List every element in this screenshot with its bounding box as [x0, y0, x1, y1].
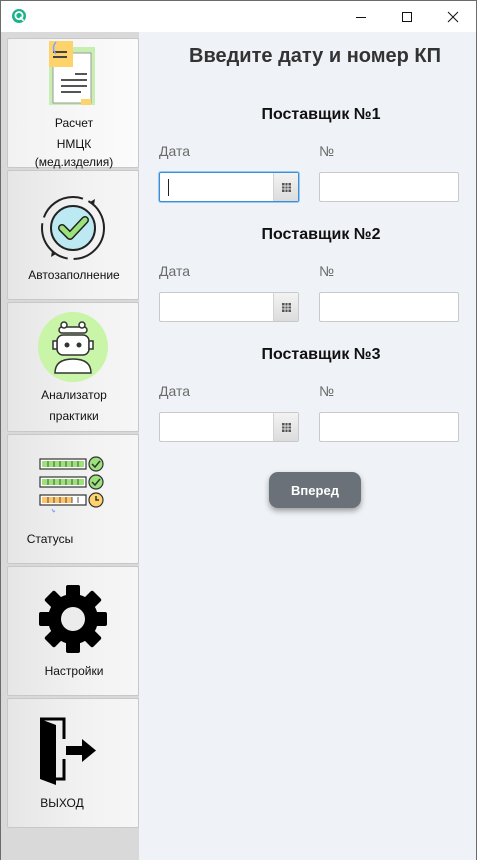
sidebar-item-settings[interactable]: Настройки — [7, 566, 139, 696]
sidebar-item-label: Расчет — [54, 116, 94, 130]
supplier-2-date-picker[interactable] — [159, 292, 299, 322]
sidebar-item-nmck[interactable]: Расчет НМЦК (мед.изделия) — [7, 38, 139, 169]
sidebar-item-label: практики — [49, 409, 99, 423]
close-button[interactable] — [430, 1, 476, 32]
supplier-3-number-label: № — [319, 383, 335, 399]
sidebar-item-label: Автозаполнение — [28, 268, 120, 282]
maximize-icon — [402, 11, 412, 22]
supplier-1-date-label: Дата — [159, 143, 191, 159]
supplier-3-date-label: Дата — [159, 383, 191, 399]
maximize-button[interactable] — [384, 1, 430, 32]
supplier-1-title: Поставщик №1 — [261, 106, 381, 123]
next-button[interactable]: Вперед — [269, 472, 361, 508]
exit-door-icon — [40, 717, 96, 785]
supplier-3-date-picker[interactable] — [159, 412, 299, 442]
supplier-2-number-input[interactable] — [319, 292, 459, 322]
minimize-button[interactable] — [338, 1, 384, 32]
status-bars-icon — [39, 456, 104, 513]
sidebar-item-autofill[interactable]: Автозаполнение — [7, 170, 139, 300]
sidebar-item-label: НМЦК — [56, 137, 92, 151]
title-bar — [1, 1, 476, 32]
supplier-1-number-input[interactable] — [319, 172, 459, 202]
supplier-3-date-input[interactable] — [160, 413, 274, 441]
sidebar-item-label: ВЫХОД — [40, 796, 84, 810]
supplier-3-calendar-button[interactable] — [273, 413, 298, 441]
sidebar-item-label: (мед.изделия) — [34, 155, 114, 169]
sidebar-item-label: Настройки — [44, 664, 104, 678]
supplier-2-number-label: № — [319, 263, 335, 279]
document-calculator-icon — [49, 41, 95, 105]
supplier-2-title: Поставщик №2 — [261, 226, 381, 243]
supplier-3-number-input[interactable] — [319, 412, 459, 442]
sidebar-item-statuses[interactable]: Статусы — [7, 434, 139, 564]
calendar-icon — [281, 182, 291, 192]
text-caret — [168, 179, 169, 196]
supplier-3-title: Поставщик №3 — [261, 346, 381, 363]
calendar-icon — [281, 422, 291, 432]
supplier-2-calendar-button[interactable] — [273, 293, 298, 321]
calendar-icon — [281, 302, 291, 312]
robot-icon — [38, 312, 108, 382]
close-icon — [447, 11, 459, 22]
supplier-2-date-input[interactable] — [160, 293, 274, 321]
sidebar-item-label: Статусы — [26, 532, 74, 546]
gear-icon — [39, 585, 107, 653]
page-title: Введите дату и номер КП — [189, 45, 442, 67]
app-window: Расчет НМЦК (мед.изделия) Автозаполнение — [0, 0, 477, 860]
sidebar: Расчет НМЦК (мед.изделия) Автозаполнение — [1, 32, 139, 860]
q-app-icon — [12, 9, 26, 23]
main-panel: Введите дату и номер КП Поставщик №1 Дат… — [139, 32, 476, 860]
supplier-2-date-label: Дата — [159, 263, 191, 279]
sidebar-item-exit[interactable]: ВЫХОД — [7, 698, 139, 828]
supplier-1-date-input[interactable] — [160, 173, 274, 201]
supplier-1-date-picker[interactable] — [159, 172, 299, 202]
supplier-1-calendar-button[interactable] — [273, 173, 298, 201]
checkmark-cycle-icon — [41, 196, 105, 260]
sidebar-item-label: Анализатор — [41, 388, 107, 402]
sidebar-item-analyzer[interactable]: Анализатор практики — [7, 302, 139, 432]
supplier-1-number-label: № — [319, 143, 335, 159]
minimize-icon — [356, 16, 366, 18]
